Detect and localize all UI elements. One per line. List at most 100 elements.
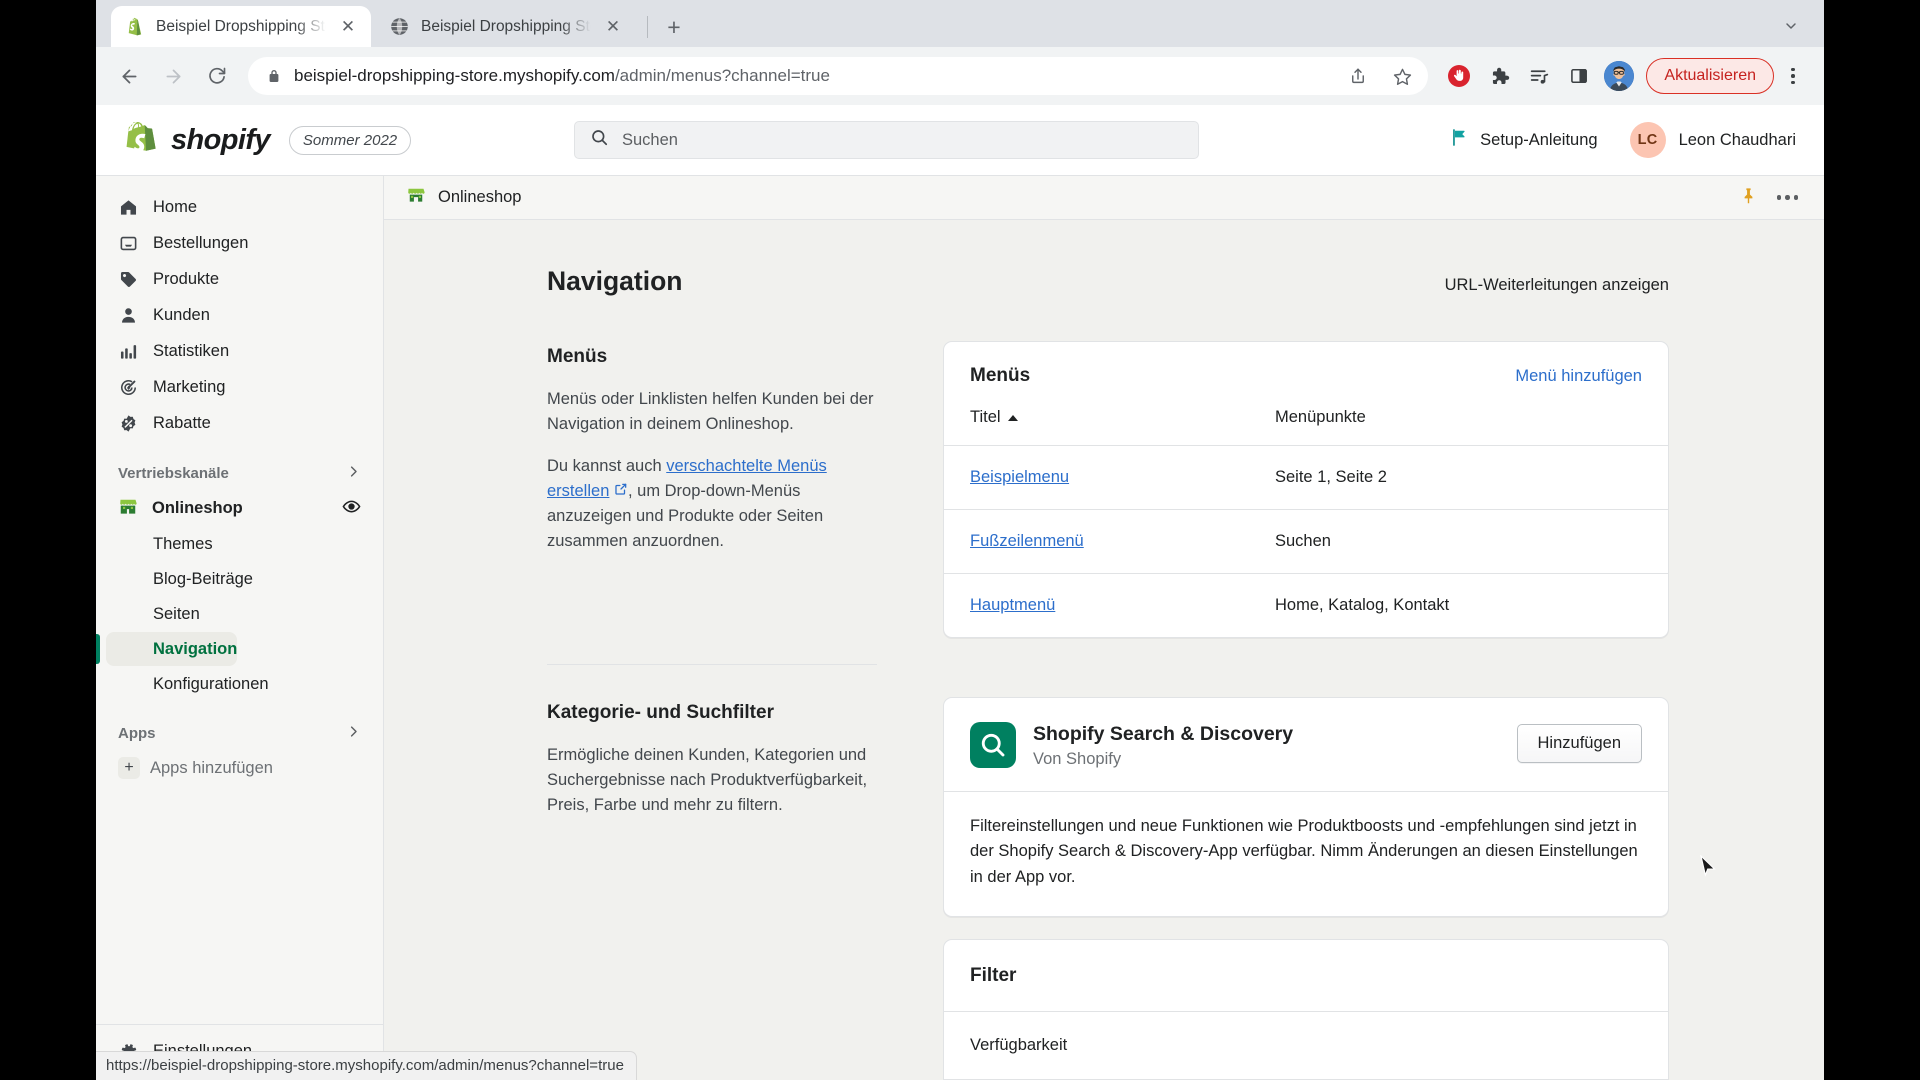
menus-card-wrap: Menüs Menü hinzufügen Titel Menüpunkte B… <box>943 341 1669 638</box>
marketing-target-icon <box>118 377 139 398</box>
tab-title: Beispiel Dropshipping Store · N <box>156 17 326 35</box>
sidebar-item-produkte[interactable]: Produkte <box>106 262 373 297</box>
filter-description: Kategorie- und Suchfilter Ermögliche dei… <box>547 697 877 1080</box>
search-input[interactable]: Suchen <box>574 121 1199 159</box>
sidebar-item-blog-beitraege[interactable]: Blog-Beiträge <box>106 562 253 596</box>
pin-icon[interactable] <box>1740 186 1757 210</box>
external-link-icon <box>614 482 628 500</box>
section-paragraph: Ermögliche deinen Kunden, Kategorien und… <box>547 746 868 815</box>
url-redirects-link[interactable]: URL-Weiterleitungen anzeigen <box>1445 276 1669 295</box>
channel-bar-actions <box>1740 186 1798 210</box>
sidebar-item-statistiken[interactable]: Statistiken <box>106 334 373 369</box>
browser-tab-1[interactable]: Beispiel Dropshipping Store · N ✕ <box>111 6 371 47</box>
app-publisher: Von Shopify <box>1033 750 1122 769</box>
sidebar-item-label: Kunden <box>153 306 210 324</box>
app-name: Shopify Search & Discovery <box>1033 723 1294 745</box>
main-content: Onlineshop Navigation URL-Weiterleitunge… <box>384 176 1824 1080</box>
storefront-icon <box>406 185 426 210</box>
search-discovery-app-icon <box>970 722 1016 768</box>
sidebar-item-bestellungen[interactable]: Bestellungen <box>106 226 373 261</box>
sidebar-group-vertriebskanaele[interactable]: Vertriebskanäle <box>106 456 373 490</box>
browser-menu-icon[interactable] <box>1776 58 1810 94</box>
group-label: Vertriebskanäle <box>118 464 229 482</box>
extensions-puzzle-icon[interactable] <box>1480 57 1518 95</box>
search-icon <box>590 128 609 152</box>
back-button[interactable] <box>110 57 148 95</box>
more-options-icon[interactable] <box>1776 195 1798 200</box>
sidebar-item-kunden[interactable]: Kunden <box>106 298 373 333</box>
page-viewport: shopify Sommer 2022 Suchen Setup-Anleitu… <box>96 105 1824 1080</box>
forward-button[interactable] <box>154 57 192 95</box>
sidebar-item-marketing[interactable]: Marketing <box>106 370 373 405</box>
sidebar-item-seiten[interactable]: Seiten <box>106 597 200 631</box>
table-row[interactable]: Hauptmenü Home, Katalog, Kontakt <box>944 573 1668 637</box>
avatar[interactable] <box>1604 61 1635 91</box>
shopify-bag-icon <box>124 121 158 158</box>
share-icon[interactable] <box>1342 60 1374 92</box>
header-actions: Setup-Anleitung LC Leon Chaudhari <box>1450 122 1796 158</box>
menu-title-link[interactable]: Fußzeilenmenü <box>970 532 1084 550</box>
menus-description: Menüs Menüs oder Linklisten helfen Kunde… <box>547 341 877 638</box>
sidebar-subitem-navigation-wrap: Navigation <box>96 632 383 667</box>
sidebar-item-themes[interactable]: Themes <box>106 527 213 561</box>
filter-row-verfuegbarkeit[interactable]: Verfügbarkeit <box>944 1010 1668 1079</box>
chevron-down-icon[interactable] <box>1776 11 1806 41</box>
release-badge[interactable]: Sommer 2022 <box>288 125 412 155</box>
sidebar-item-navigation[interactable]: Navigation <box>106 632 238 666</box>
sidebar-item-label: Themes <box>153 534 213 553</box>
menu-title-link[interactable]: Beispielmenu <box>970 468 1069 486</box>
filter-card: Filter Verfügbarkeit Preis <box>943 938 1669 1080</box>
table-row[interactable]: Beispielmenu Seite 1, Seite 2 <box>944 445 1668 509</box>
close-icon[interactable]: ✕ <box>602 16 624 38</box>
table-row[interactable]: Fußzeilenmenü Suchen <box>944 509 1668 573</box>
reading-list-music-icon[interactable] <box>1520 57 1558 95</box>
menu-items-value: Home, Katalog, Kontakt <box>1275 596 1450 614</box>
column-header-titel[interactable]: Titel <box>970 408 1275 427</box>
shopify-logo[interactable]: shopify Sommer 2022 <box>124 121 524 158</box>
channel-title: Onlineshop <box>438 188 522 206</box>
bookmark-star-icon[interactable] <box>1386 60 1418 92</box>
sidebar-item-label: Apps hinzufügen <box>150 758 273 777</box>
sidebar-item-label: Blog-Beiträge <box>153 569 253 588</box>
card-title: Menüs <box>970 365 1031 386</box>
sidebar-item-konfigurationen[interactable]: Konfigurationen <box>106 667 269 701</box>
sidebar-item-rabatte[interactable]: Rabatte <box>106 406 373 441</box>
setup-guide-button[interactable]: Setup-Anleitung <box>1450 128 1598 152</box>
sidebar-item-label: Marketing <box>153 378 226 396</box>
new-tab-button[interactable]: + <box>658 11 690 43</box>
add-app-button[interactable]: Hinzufügen <box>1516 724 1642 763</box>
sidebar: Home Bestellungen Produkte Kunden Statis… <box>96 176 384 1080</box>
sort-ascending-icon <box>1007 414 1018 421</box>
app-card-text: Shopify Search & Discovery Von Shopify <box>1033 722 1293 769</box>
update-button[interactable]: Aktualisieren <box>1646 58 1774 94</box>
sidebar-subitem-konfigurationen-wrap: Konfigurationen <box>96 667 383 702</box>
chevron-right-icon <box>346 464 361 483</box>
product-tag-icon <box>118 269 139 290</box>
sidebar-item-label: Navigation <box>153 639 238 658</box>
sidebar-group-apps[interactable]: Apps <box>106 716 373 750</box>
sidebar-item-label: Rabatte <box>153 414 211 432</box>
tab-divider <box>647 16 648 38</box>
menu-title-link[interactable]: Hauptmenü <box>970 596 1055 614</box>
sidebar-item-apps-hinzufuegen[interactable]: + Apps hinzufügen <box>106 751 373 785</box>
address-bar[interactable]: beispiel-dropshipping-store.myshopify.co… <box>248 57 1429 95</box>
home-icon <box>118 197 139 218</box>
preview-eye-icon[interactable] <box>342 497 361 521</box>
menus-card-header: Menüs Menü hinzufügen <box>944 342 1668 408</box>
close-icon[interactable]: ✕ <box>337 16 359 38</box>
flag-icon <box>1450 128 1469 152</box>
mouse-cursor <box>1700 854 1717 884</box>
user-menu[interactable]: LC Leon Chaudhari <box>1629 122 1796 158</box>
browser-tab-2[interactable]: Beispiel Dropshipping Store ✕ <box>376 6 636 47</box>
side-panel-icon[interactable] <box>1560 57 1598 95</box>
sidebar-item-label: Home <box>153 198 198 216</box>
sidebar-item-home[interactable]: Home <box>106 190 373 225</box>
menu-items-value: Seite 1, Seite 2 <box>1275 468 1387 486</box>
setup-guide-label: Setup-Anleitung <box>1480 130 1598 149</box>
adblock-icon[interactable] <box>1440 57 1478 95</box>
sidebar-item-onlineshop[interactable]: Onlineshop <box>106 491 373 526</box>
browser-toolbar: beispiel-dropshipping-store.myshopify.co… <box>96 47 1824 105</box>
add-menu-link[interactable]: Menü hinzufügen <box>1515 367 1642 386</box>
reload-button[interactable] <box>198 57 236 95</box>
channel-context-bar: Onlineshop <box>384 176 1824 220</box>
